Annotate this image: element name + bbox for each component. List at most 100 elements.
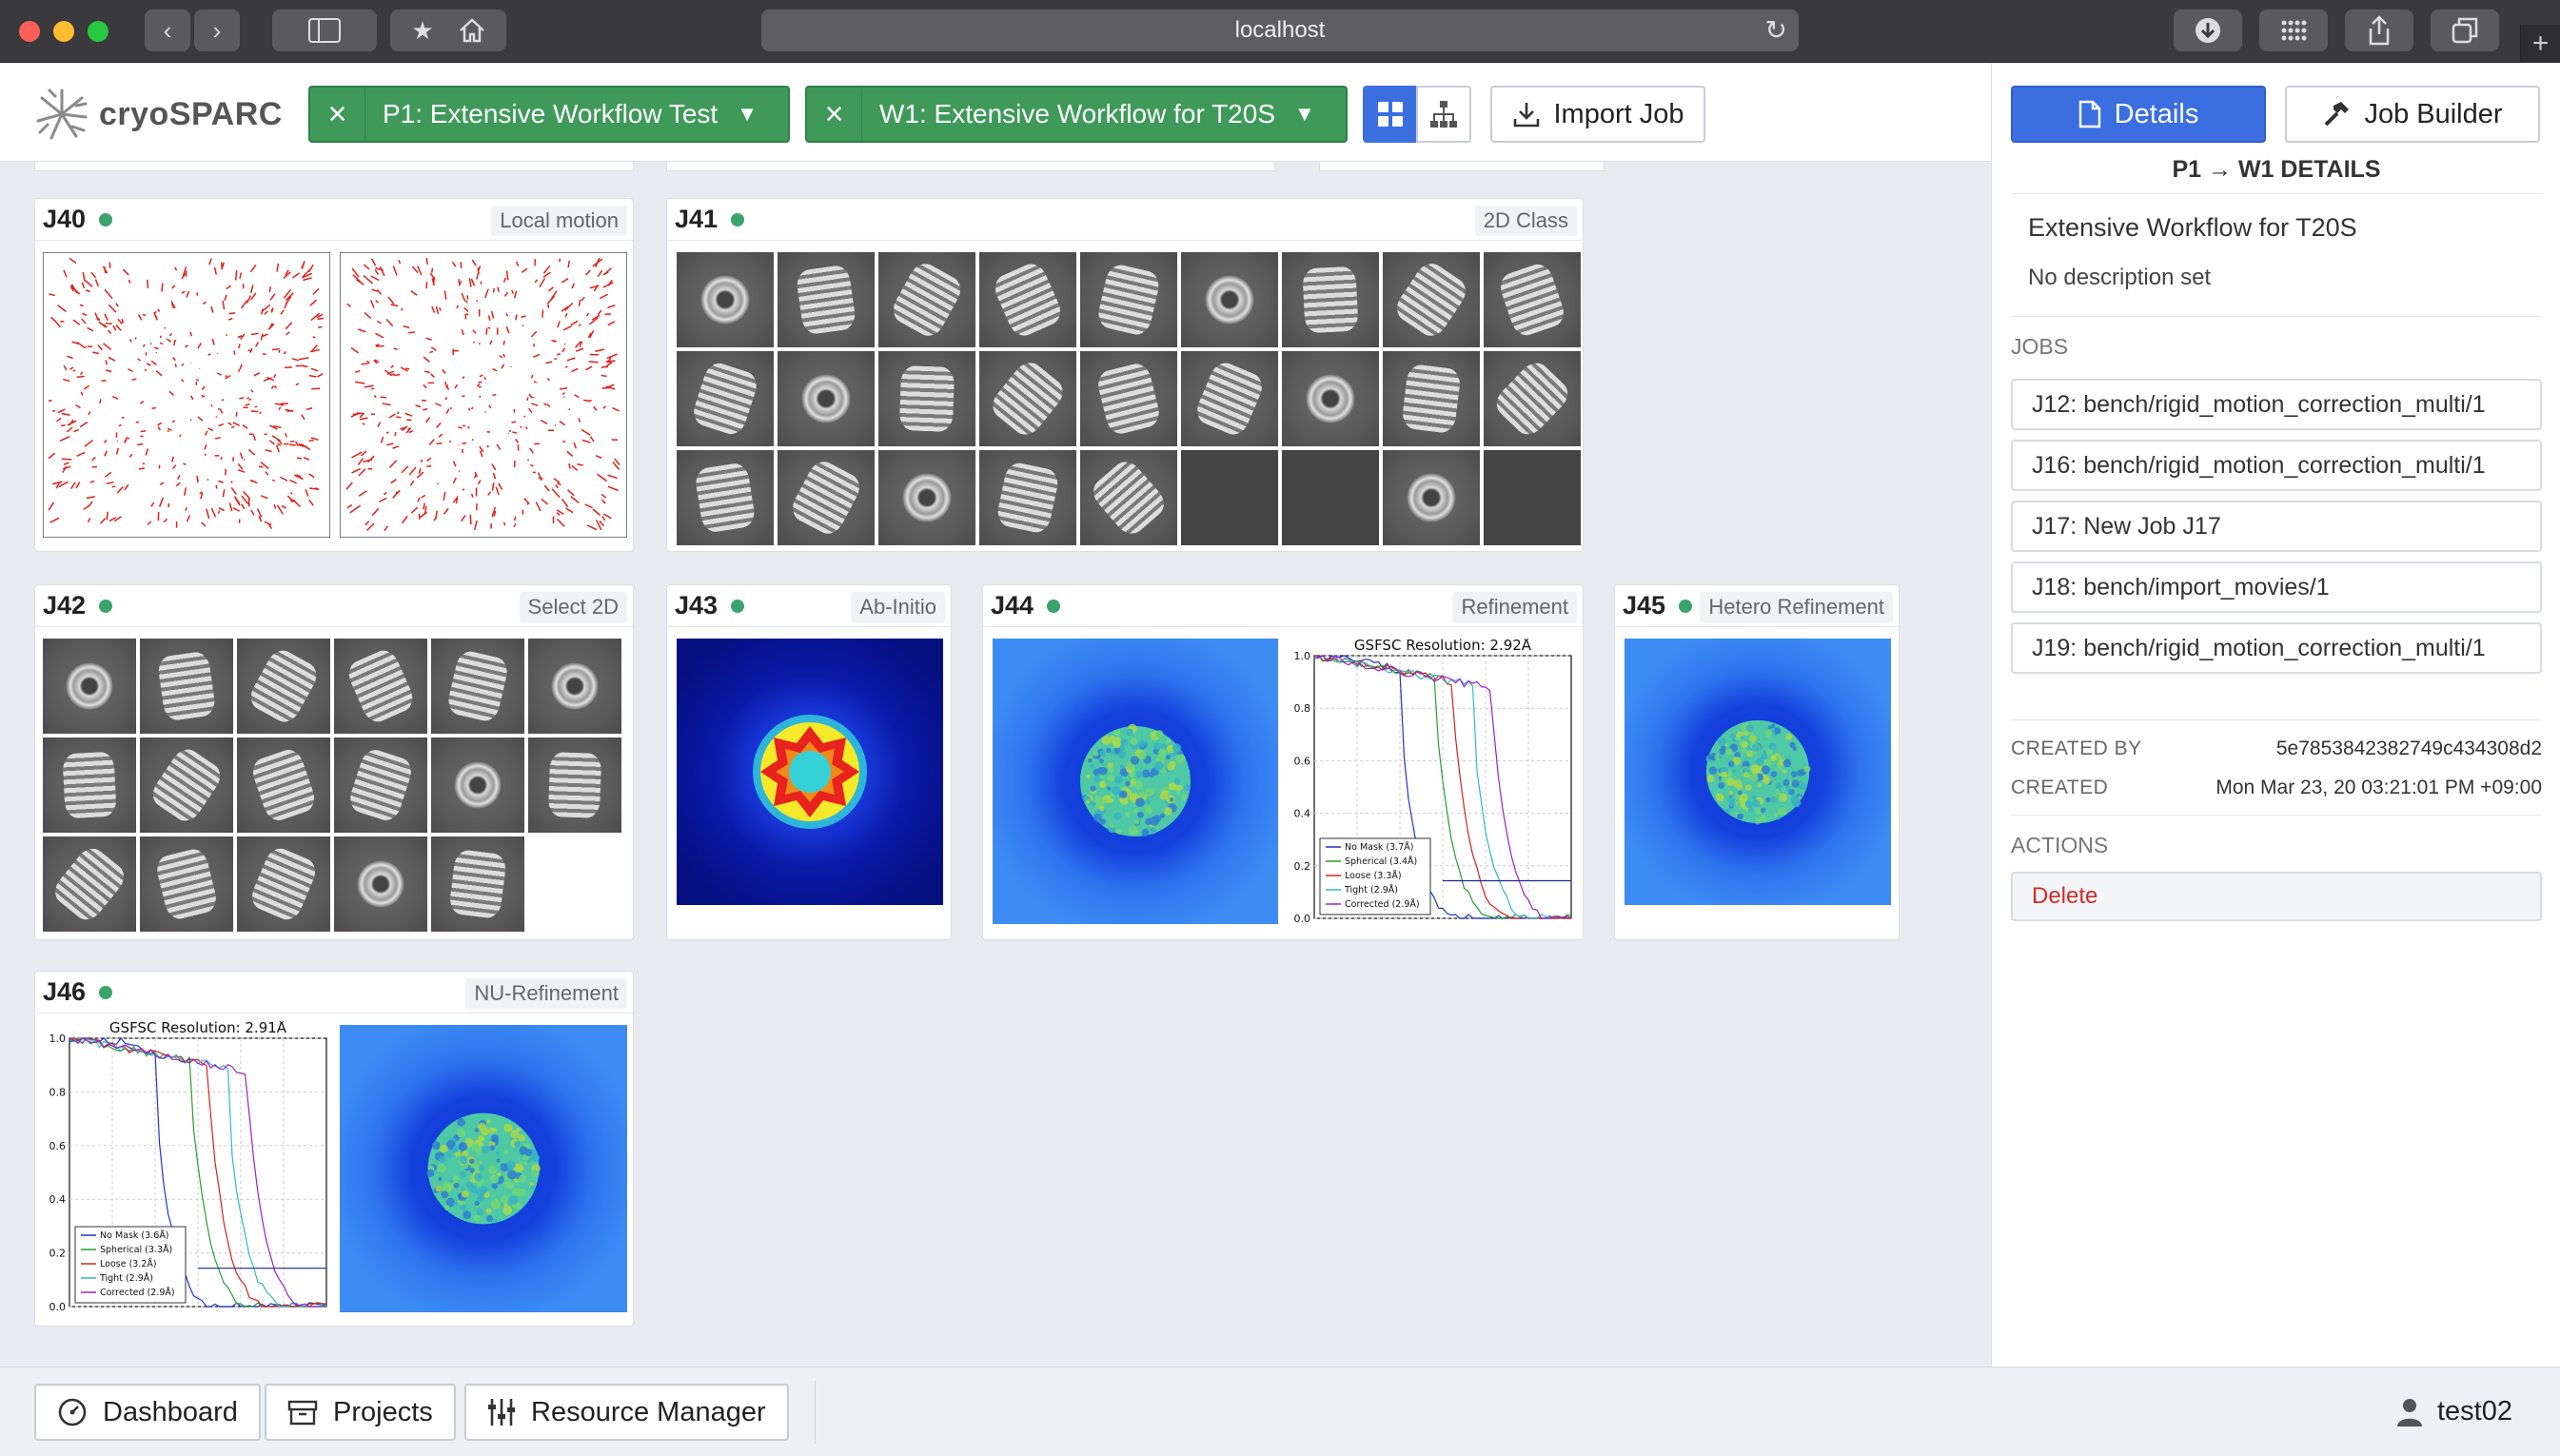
density-speck	[1145, 817, 1152, 826]
tree-view-button[interactable]	[1416, 86, 1471, 143]
class-average-tile	[677, 351, 774, 446]
close-window-button[interactable]	[19, 21, 40, 42]
hetero-map-image	[1625, 639, 1891, 905]
trajectory-mark	[457, 426, 463, 429]
density-speck	[1718, 781, 1725, 789]
share-icon[interactable]	[2345, 10, 2413, 51]
card-header: J41 2D Class	[667, 199, 1583, 241]
density-speck	[1728, 791, 1734, 796]
density-speck	[477, 1122, 486, 1131]
status-dot	[1679, 599, 1693, 613]
job-link[interactable]: J12: bench/rigid_motion_correction_multi…	[2011, 379, 2542, 430]
density-speck	[1716, 793, 1724, 801]
project-tab[interactable]: × P1: Extensive Workflow Test ▼	[308, 86, 790, 143]
trajectory-mark	[430, 267, 434, 273]
import-job-button[interactable]: Import Job	[1490, 86, 1705, 143]
grid-apps-icon[interactable]	[2259, 10, 2328, 51]
trajectory-mark	[317, 325, 323, 328]
density-speck	[1750, 764, 1759, 773]
home-icon[interactable]	[438, 10, 506, 51]
job-card-j40[interactable]: J40 Local motion	[34, 198, 634, 552]
address-bar[interactable]: localhost ↻	[761, 10, 1799, 51]
density-speck	[1168, 781, 1176, 791]
job-card-j45[interactable]: J45 Hetero Refinement	[1614, 584, 1900, 940]
density-speck	[514, 1141, 522, 1149]
chevron-down-icon[interactable]: ▼	[737, 102, 777, 127]
density-speck	[1773, 813, 1779, 818]
tab-job-builder[interactable]: Job Builder	[2285, 86, 2540, 143]
card-header: J42 Select 2D	[35, 585, 633, 627]
tab-job-builder-label: Job Builder	[2364, 98, 2503, 129]
density-speck	[1739, 793, 1748, 802]
downloads-icon[interactable]	[2174, 10, 2242, 51]
density-speck	[437, 1163, 447, 1173]
density-speck	[1114, 775, 1123, 784]
job-id: J44	[991, 591, 1061, 620]
delete-button[interactable]: Delete	[2011, 872, 2542, 921]
forward-icon[interactable]: ›	[194, 10, 240, 51]
card-view-button[interactable]	[1363, 86, 1418, 143]
density-speck	[1134, 830, 1140, 835]
workflow-tab[interactable]: × W1: Extensive Workflow for T20S ▼	[805, 86, 1348, 143]
job-link[interactable]: J17: New Job J17	[2011, 501, 2542, 552]
job-card-j46[interactable]: J46 NU-Refinement GSFSC Resolution: 2.91…	[34, 971, 634, 1327]
trajectory-mark	[239, 397, 245, 400]
sidebar-toggle-icon[interactable]	[272, 10, 377, 51]
job-link[interactable]: J16: bench/rigid_motion_correction_multi…	[2011, 440, 2542, 491]
density-speck	[1706, 775, 1715, 783]
class-average-tile	[237, 738, 330, 833]
card-header: J46 NU-Refinement	[35, 972, 633, 1013]
jobs-section-label: JOBS	[2011, 316, 2542, 360]
density-speck	[490, 1134, 500, 1143]
close-workflow-tab-icon[interactable]: ×	[807, 88, 862, 141]
new-tab-icon[interactable]: +	[2520, 25, 2560, 63]
dashboard-button[interactable]: Dashboard	[34, 1384, 261, 1441]
dashboard-icon	[58, 1398, 87, 1426]
tabs-overview-icon[interactable]	[2431, 10, 2499, 51]
job-card-j41[interactable]: J41 2D Class	[666, 198, 1584, 552]
density-speck	[1148, 772, 1154, 778]
job-card-j44[interactable]: J44 Refinement GSFSC Resolution: 2.92Å 1.…	[982, 584, 1584, 940]
density-speck	[1738, 790, 1743, 796]
density-speck	[1765, 797, 1771, 803]
user-menu[interactable]: test02	[2395, 1396, 2512, 1427]
chevron-down-icon[interactable]: ▼	[1294, 102, 1334, 127]
created-value: Mon Mar 23, 20 03:21:01 PM +09:00	[2215, 777, 2542, 798]
close-project-tab-icon[interactable]: ×	[310, 88, 365, 141]
trajectory-mark	[185, 507, 187, 511]
trajectory-mark	[393, 373, 401, 376]
trajectory-mark	[601, 365, 609, 368]
density-speck	[1152, 742, 1161, 751]
app-header: cryoSPARC × P1: Extensive Workflow Test …	[0, 63, 1991, 162]
projects-button[interactable]: Projects	[265, 1384, 456, 1441]
zoom-window-button[interactable]	[88, 21, 108, 42]
class-average-tile	[1484, 252, 1581, 347]
back-icon[interactable]: ‹	[145, 10, 190, 51]
trajectory-mark	[278, 349, 281, 353]
density-speck	[1110, 822, 1115, 828]
density-speck	[496, 1158, 501, 1163]
motion-trajectory-plot	[340, 252, 627, 538]
job-card-j42[interactable]: J42 Select 2D	[34, 584, 634, 940]
density-speck	[1770, 771, 1778, 777]
trajectory-mark	[155, 351, 158, 354]
download-icon	[1513, 103, 1539, 128]
density-speck	[1755, 817, 1762, 824]
job-link[interactable]: J19: bench/rigid_motion_correction_multi…	[2011, 622, 2542, 674]
tab-details[interactable]: Details	[2011, 86, 2266, 143]
created-by-value: 5e7853842382749c434308d2	[2275, 738, 2542, 759]
job-link[interactable]: J18: bench/import_movies/1	[2011, 561, 2542, 613]
density-speck	[1778, 807, 1787, 817]
trajectory-mark	[221, 399, 225, 402]
resource-manager-button[interactable]: Resource Manager	[464, 1384, 789, 1441]
trajectory-mark	[167, 502, 170, 508]
density-speck	[1089, 763, 1094, 769]
fsc-ytick: 1.0	[1294, 650, 1311, 662]
reload-icon[interactable]: ↻	[1765, 10, 1787, 51]
density-speck	[1131, 777, 1136, 784]
trajectory-mark	[233, 350, 236, 355]
job-card-j43[interactable]: J43 Ab-Initio	[666, 584, 952, 940]
minimize-window-button[interactable]	[53, 21, 74, 42]
density-speck	[1740, 736, 1744, 739]
class-average-tile	[979, 252, 1076, 347]
